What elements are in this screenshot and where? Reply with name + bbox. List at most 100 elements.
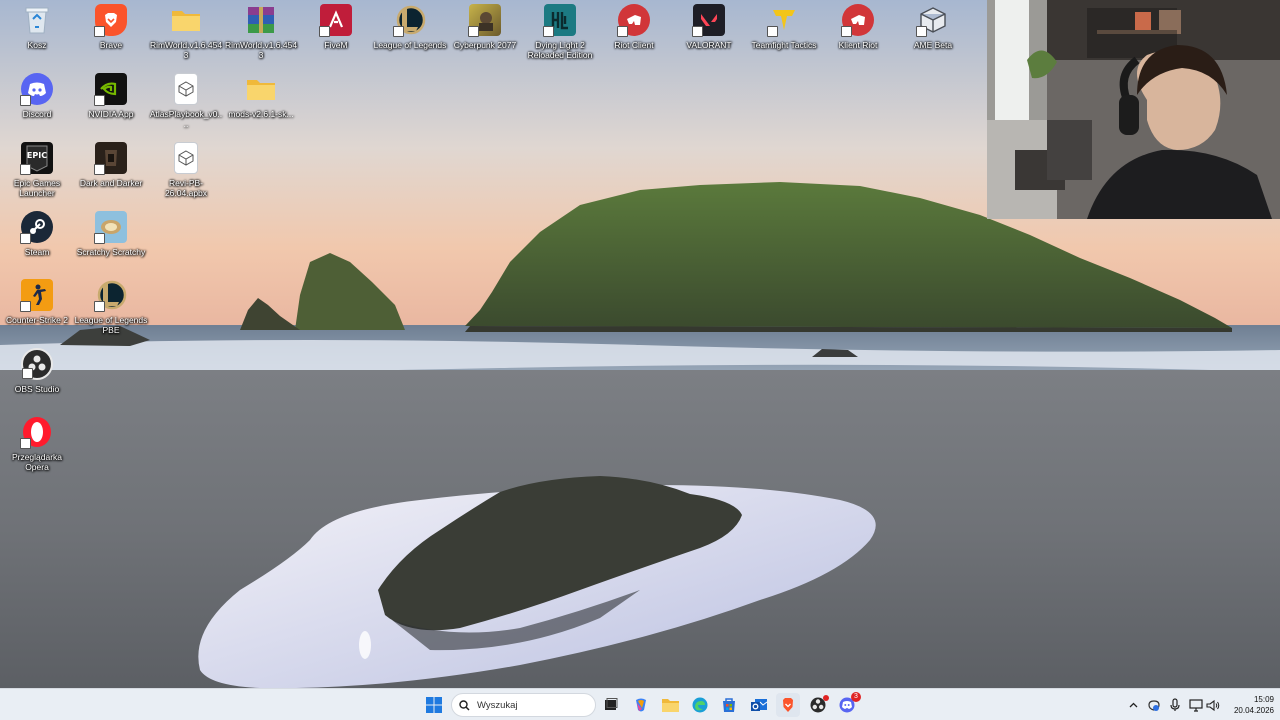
valorant-icon	[692, 4, 725, 37]
desktop-icon-teamfight-tactics[interactable]: Teamfight Tactics	[747, 4, 821, 50]
ame-cube-icon	[916, 4, 949, 37]
desktop-icon-label: Dying Light 2 Reloaded Edition	[527, 40, 593, 60]
desktop-icon-label: Scratchy Scratchy	[76, 247, 146, 257]
desktop-icon-label: Steam	[24, 247, 50, 257]
microphone-icon	[1170, 698, 1180, 711]
steam-icon	[20, 211, 53, 244]
desktop-icon-league-of-legends[interactable]: League of Legends	[373, 4, 447, 50]
desktop-icon-rimworld-folder[interactable]: RimWorld.v1.6.4543	[149, 4, 223, 60]
desktop-icon-scratchy[interactable]: Scratchy Scratchy	[74, 211, 148, 257]
show-hidden-icons-button[interactable]	[1125, 697, 1141, 713]
desktop-icon-label: Brave	[99, 40, 123, 50]
desktop-icon-label: mods-v2.6.1-sk...	[228, 109, 294, 119]
desktop-icon-epic-games[interactable]: EPIC Epic Games Launcher	[0, 142, 74, 198]
apbx-file-icon	[174, 142, 198, 174]
tray-network[interactable]	[1188, 697, 1204, 713]
speaker-icon	[1206, 699, 1220, 711]
desktop-icon-mods-folder[interactable]: mods-v2.6.1-sk...	[224, 73, 298, 119]
desktop-icon-steam[interactable]: Steam	[0, 211, 74, 257]
league-of-legends-icon	[393, 4, 426, 37]
clock-time: 15:09	[1253, 695, 1274, 704]
vpn-shield-icon	[1148, 699, 1160, 711]
counter-strike-icon	[20, 279, 53, 312]
desktop-icon-label: OBS Studio	[14, 384, 60, 394]
desktop-icon-opera[interactable]: Przeglądarka Opera	[0, 416, 74, 472]
desktop-icon-recycle-bin[interactable]: Kosz	[0, 4, 74, 50]
riot-client-icon	[841, 4, 874, 37]
desktop-icon-atlas-playbook[interactable]: AtlasPlaybook_v0....	[149, 73, 223, 129]
desktop-icon-dying-light[interactable]: Dying Light 2 Reloaded Edition	[523, 4, 597, 60]
brave-lion-icon	[783, 698, 793, 712]
taskbar-search-box[interactable]: Wyszukaj	[451, 693, 596, 717]
search-icon	[459, 699, 470, 711]
edge-icon	[692, 697, 708, 713]
store-icon	[723, 698, 735, 712]
folder-icon	[245, 73, 277, 105]
copilot-icon	[636, 698, 646, 712]
start-button[interactable]	[422, 693, 446, 717]
desktop-icon-label: Epic Games Launcher	[13, 178, 61, 198]
cyberpunk-icon	[468, 4, 501, 37]
tray-vpn[interactable]	[1146, 697, 1162, 713]
desktop-icon-label: League of Legends PBE	[74, 315, 148, 335]
desktop-icon-riot-client[interactable]: Riot Client	[597, 4, 671, 50]
desktop-icon-label: Kosz	[27, 40, 47, 50]
svg-text:EPIC: EPIC	[27, 151, 47, 160]
desktop-icon-ame-beta[interactable]: AME Beta	[896, 4, 970, 50]
tray-microphone[interactable]	[1167, 697, 1183, 713]
dying-light-icon	[543, 4, 576, 37]
desktop-icon-obs-studio[interactable]: OBS Studio	[0, 348, 74, 394]
desktop-icon-valorant[interactable]: VALORANT	[672, 4, 746, 50]
folder-icon	[661, 699, 679, 712]
obs-taskbar-button[interactable]	[806, 693, 830, 717]
display-icon	[1189, 698, 1203, 712]
desktop-icon-fivem[interactable]: FiveM	[299, 4, 373, 50]
desktop-icon-label: RimWorld.v1.6.4543	[149, 40, 223, 60]
desktop-icon-league-pbe[interactable]: League of Legends PBE	[74, 279, 148, 335]
desktop-icon-rimworld-archive[interactable]: RimWorld.v1.6.4543	[224, 4, 298, 60]
taskbar-clock[interactable]: 15:09 20.04.2026	[1222, 694, 1274, 716]
desktop-icon-label: AtlasPlaybook_v0....	[149, 109, 223, 129]
fivem-icon	[319, 4, 352, 37]
apbx-file-icon	[174, 73, 198, 105]
copilot-button[interactable]	[629, 693, 653, 717]
desktop-icon-label: Counter-Strike 2	[6, 315, 68, 325]
task-view-button[interactable]	[599, 693, 623, 717]
opera-icon	[20, 416, 53, 449]
desktop-icon-dark-and-darker[interactable]: Dark and Darker	[74, 142, 148, 188]
desktop-icon-label: Cyberpunk 2077	[453, 40, 517, 50]
tray-volume[interactable]	[1205, 697, 1221, 713]
store-button[interactable]	[717, 693, 741, 717]
edge-button[interactable]	[688, 693, 712, 717]
discord-taskbar-button[interactable]: 3	[835, 692, 861, 717]
desktop-icon-label: Teamfight Tactics	[751, 40, 817, 50]
desktop-icon-label: Riot Client	[614, 40, 654, 50]
outlook-button[interactable]	[747, 693, 771, 717]
desktop-icon-nvidia-app[interactable]: NVIDIA App	[74, 73, 148, 119]
epic-games-icon: EPIC	[20, 142, 53, 175]
desktop-icon-label: FiveM	[324, 40, 348, 50]
mail-icon	[750, 698, 767, 711]
desktop-icon-label: Discord	[22, 109, 52, 119]
tft-icon	[767, 4, 800, 37]
search-placeholder: Wyszukaj	[477, 699, 518, 711]
winrar-archive-icon	[245, 4, 277, 36]
desktop-icon-counter-strike[interactable]: Counter-Strike 2	[0, 279, 74, 325]
desktop-icon-cyberpunk[interactable]: Cyberpunk 2077	[448, 4, 522, 50]
nvidia-icon	[94, 73, 127, 106]
file-explorer-button[interactable]	[658, 693, 682, 717]
dark-and-darker-icon	[94, 142, 127, 175]
brave-taskbar-button[interactable]	[776, 693, 800, 717]
desktop-icon-revi-pb[interactable]: Revi-PB-26.04.apbx	[149, 142, 223, 198]
windows-logo-icon	[426, 697, 442, 713]
folder-icon	[170, 4, 202, 36]
desktop-icon-brave[interactable]: Brave	[74, 4, 148, 50]
desktop-icon-label: VALORANT	[686, 40, 732, 50]
notification-badge: 3	[851, 692, 861, 702]
task-view-icon	[605, 698, 618, 710]
desktop-icon-discord[interactable]: Discord	[0, 73, 74, 119]
scratchy-icon	[94, 211, 127, 244]
desktop-icon-label: RimWorld.v1.6.4543	[224, 40, 298, 60]
desktop-icon-label: NVIDIA App	[88, 109, 134, 119]
desktop-icon-klient-riot[interactable]: Klient Riot	[821, 4, 895, 50]
